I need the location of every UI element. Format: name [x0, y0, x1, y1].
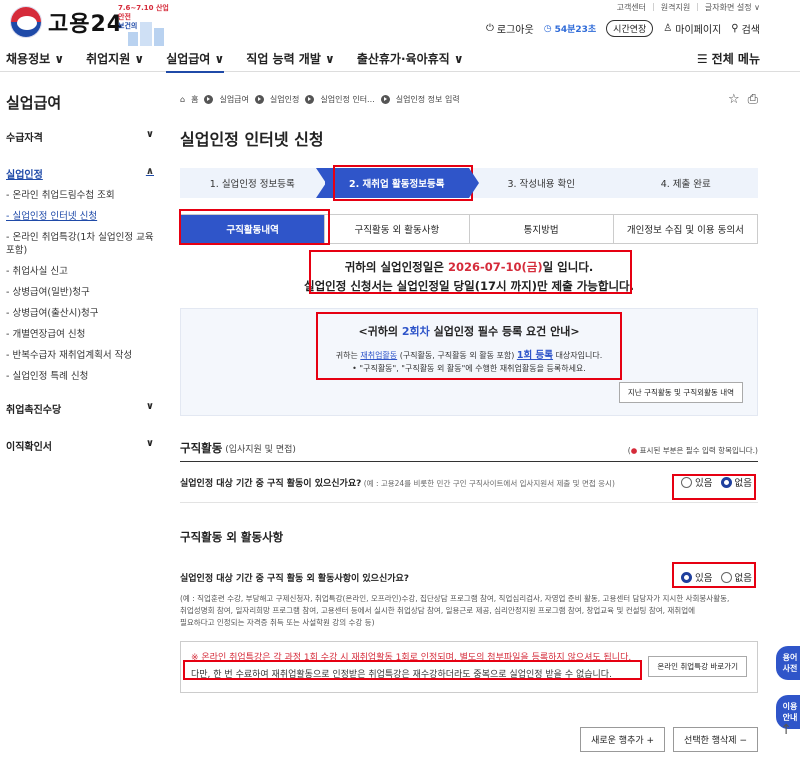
- font-setting-link[interactable]: 글자화면 설정 ∨: [705, 2, 760, 13]
- other-activities-question: 실업인정 대상 기간 중 구직 활동 외 활동사항이 있으신가요? 있음 없음: [180, 567, 758, 587]
- job-search-section-title: 구직활동 (입사지원 및 면접) (● 표시된 부분은 필수 입력 항목입니다.…: [180, 441, 758, 455]
- tab-job-search[interactable]: 구직활동내역: [181, 215, 325, 243]
- glossary-button[interactable]: 용어사전: [776, 646, 800, 680]
- row-actions: 새로운 행추가 + 선택한 행삭제 −: [580, 727, 758, 752]
- progress-steps: 1. 실업인정 정보등록 2. 재취업 활동정보등록 3. 작성내용 확인 4.…: [180, 168, 758, 198]
- star-icon[interactable]: ☆: [728, 92, 740, 107]
- tab-notification[interactable]: 통지방법: [468, 215, 613, 243]
- step-3: 3. 작성내용 확인: [507, 179, 576, 190]
- other-activities-no-radio[interactable]: 없음: [720, 570, 752, 584]
- tab-privacy-consent[interactable]: 개인정보 수집 및 이용 동의서: [612, 215, 757, 243]
- side-group-separation[interactable]: 이직확인서 ∨: [0, 438, 160, 453]
- power-icon: ⏻: [485, 23, 494, 34]
- side-group-certification[interactable]: 실업인정 ∧: [0, 166, 160, 181]
- logo-text: 고용24: [48, 12, 124, 37]
- job-search-question: 실업인정 대상 기간 중 구직 활동이 있으신가요? (예 : 고용24를 비롯…: [180, 472, 758, 492]
- chevron-down-icon: ∨: [145, 438, 154, 449]
- other-activities-section-title: 구직활동 외 활동사항: [180, 530, 284, 544]
- other-activities-radio-group: 있음 없음: [675, 567, 758, 587]
- main-navigation: 채용정보 ∨ 취업지원 ∨ 실업급여 ∨ 직업 능력 개발 ∨ 출산휴가·육아휴…: [0, 46, 800, 73]
- chevron-down-icon: ∨: [145, 129, 154, 140]
- side-item-sickness-birth[interactable]: - 상병급여(출산시)청구: [0, 307, 160, 320]
- step-1: 1. 실업인정 정보등록: [180, 168, 325, 198]
- online-lecture-notice: ※ 온라인 취업특강은 각 과정 1회 수강 시 재취업활동 1회로 인정되며,…: [180, 641, 758, 693]
- job-search-no-radio[interactable]: 없음: [720, 475, 752, 489]
- clock-icon: ◷: [543, 23, 552, 34]
- search-icon: ⚲: [731, 23, 739, 34]
- person-icon: ♙: [663, 23, 673, 34]
- job-search-yes-radio[interactable]: 있음: [681, 475, 713, 489]
- requirement-guide: <귀하의 2회차 실업인정 필수 등록 요건 안내> 귀하는 재취업활동 (구직…: [180, 308, 758, 416]
- search-button[interactable]: ⚲ 검색: [731, 21, 760, 36]
- side-item-internet-application[interactable]: - 실업인정 인터넷 신청: [0, 210, 160, 223]
- step-2: 2. 재취업 활동정보등록: [324, 168, 479, 198]
- add-row-button[interactable]: 새로운 행추가 +: [580, 727, 666, 752]
- chevron-down-icon: ∨: [145, 401, 154, 412]
- side-item-employment-report[interactable]: - 취업사실 신고: [0, 265, 160, 278]
- tab-other-activities[interactable]: 구직활동 외 활동사항: [324, 215, 468, 243]
- section-tabs: 구직활동내역 구직활동 외 활동사항 통지방법 개인정보 수집 및 이용 동의서: [180, 214, 758, 244]
- site-logo[interactable]: 고용24 7.6~7.10 산업안전 보건의 날: [10, 4, 169, 46]
- past-activity-button[interactable]: 지난 구직활동 및 구직외활동 내역: [618, 382, 743, 403]
- side-item-online-handbook[interactable]: - 온라인 취업드림수첩 조회: [0, 189, 160, 202]
- side-item-extension[interactable]: - 개별연장급여 신청: [0, 328, 160, 341]
- reemployment-link[interactable]: 재취업활동: [360, 351, 397, 360]
- side-group-promotion[interactable]: 취업촉진수당 ∨: [0, 401, 160, 416]
- main-content: ⌂ 홈 실업급여 실업인정 실업인정 인터... 실업인정 정보 입력 ☆ ⎙ 실업…: [180, 92, 758, 752]
- side-menu: 실업급여 수급자격 ∨ 실업인정 ∧ - 온라인 취업드림수첩 조회 - 실업인정 …: [0, 92, 160, 475]
- online-lecture-button[interactable]: 온라인 취업특강 바로가기: [648, 656, 747, 677]
- step-4: 4. 제출 완료: [660, 179, 711, 190]
- side-menu-title: 실업급여: [6, 94, 62, 112]
- remote-support-link[interactable]: 원격지원: [661, 2, 690, 13]
- side-item-online-lecture[interactable]: - 온라인 취업특강(1차 실업인정 교육 포함): [0, 231, 160, 257]
- other-activities-yes-radio[interactable]: 있음: [681, 570, 713, 584]
- session-timer: ◷ 54분23초: [543, 23, 597, 36]
- page-title: 실업인정 인터넷 신청: [180, 130, 324, 149]
- delete-row-button[interactable]: 선택한 행삭제 −: [673, 727, 758, 752]
- nav-job-skills[interactable]: 직업 능력 개발 ∨: [246, 46, 335, 72]
- side-group-eligibility[interactable]: 수급자격 ∨: [0, 129, 160, 144]
- mypage-link[interactable]: ♙ 마이페이지: [663, 21, 721, 36]
- home-icon[interactable]: ⌂: [180, 95, 185, 104]
- nav-jobs[interactable]: 채용정보 ∨: [6, 46, 64, 72]
- all-menu-button[interactable]: ☰ 전체 메뉴: [697, 50, 760, 67]
- certification-date: 2026-07-10(금): [447, 260, 543, 274]
- print-icon[interactable]: ⎙: [748, 92, 758, 107]
- nav-employment-support[interactable]: 취업지원 ∨: [86, 46, 144, 72]
- logout-button[interactable]: ⏻ 로그아웃: [486, 21, 534, 36]
- side-item-reemployment-plan[interactable]: - 반복수급자 재취업계획서 작성: [0, 349, 160, 362]
- utility-links: 고객센터 | 원격지원 | 글자화면 설정 ∨: [616, 2, 760, 13]
- certification-notice: 귀하의 실업인정일은 2026-07-10(금)일 입니다. 실업인정 신청서는…: [304, 260, 634, 293]
- job-search-radio-group: 있음 없음: [675, 472, 758, 492]
- other-activities-examples: (예 : 직업훈련 수강, 부당해고 구제신청자, 취업특강(온라인, 오프라인…: [180, 594, 730, 627]
- building-illustration-icon: [128, 18, 168, 46]
- chevron-up-icon: ∧: [145, 166, 154, 177]
- nav-parental-leave[interactable]: 출산휴가·육아휴직 ∨: [357, 46, 464, 72]
- extend-session-button[interactable]: 시간연장: [606, 20, 654, 37]
- side-item-special-case[interactable]: - 실업인정 특례 신청: [0, 370, 160, 383]
- scroll-top-icon[interactable]: ↑: [780, 722, 792, 738]
- logo-emblem-icon: [10, 6, 42, 38]
- side-item-sickness-benefit[interactable]: - 상병급여(일반)청구: [0, 286, 160, 299]
- customer-center-link[interactable]: 고객센터: [617, 2, 646, 13]
- breadcrumb: ⌂ 홈 실업급여 실업인정 실업인정 인터... 실업인정 정보 입력 ☆ ⎙: [180, 92, 758, 107]
- nav-unemployment-benefit[interactable]: 실업급여 ∨: [166, 46, 225, 73]
- hamburger-icon: ☰: [696, 51, 708, 66]
- header-actions: ⏻ 로그아웃 ◷ 54분23초 시간연장 ♙ 마이페이지 ⚲ 검색: [486, 20, 760, 37]
